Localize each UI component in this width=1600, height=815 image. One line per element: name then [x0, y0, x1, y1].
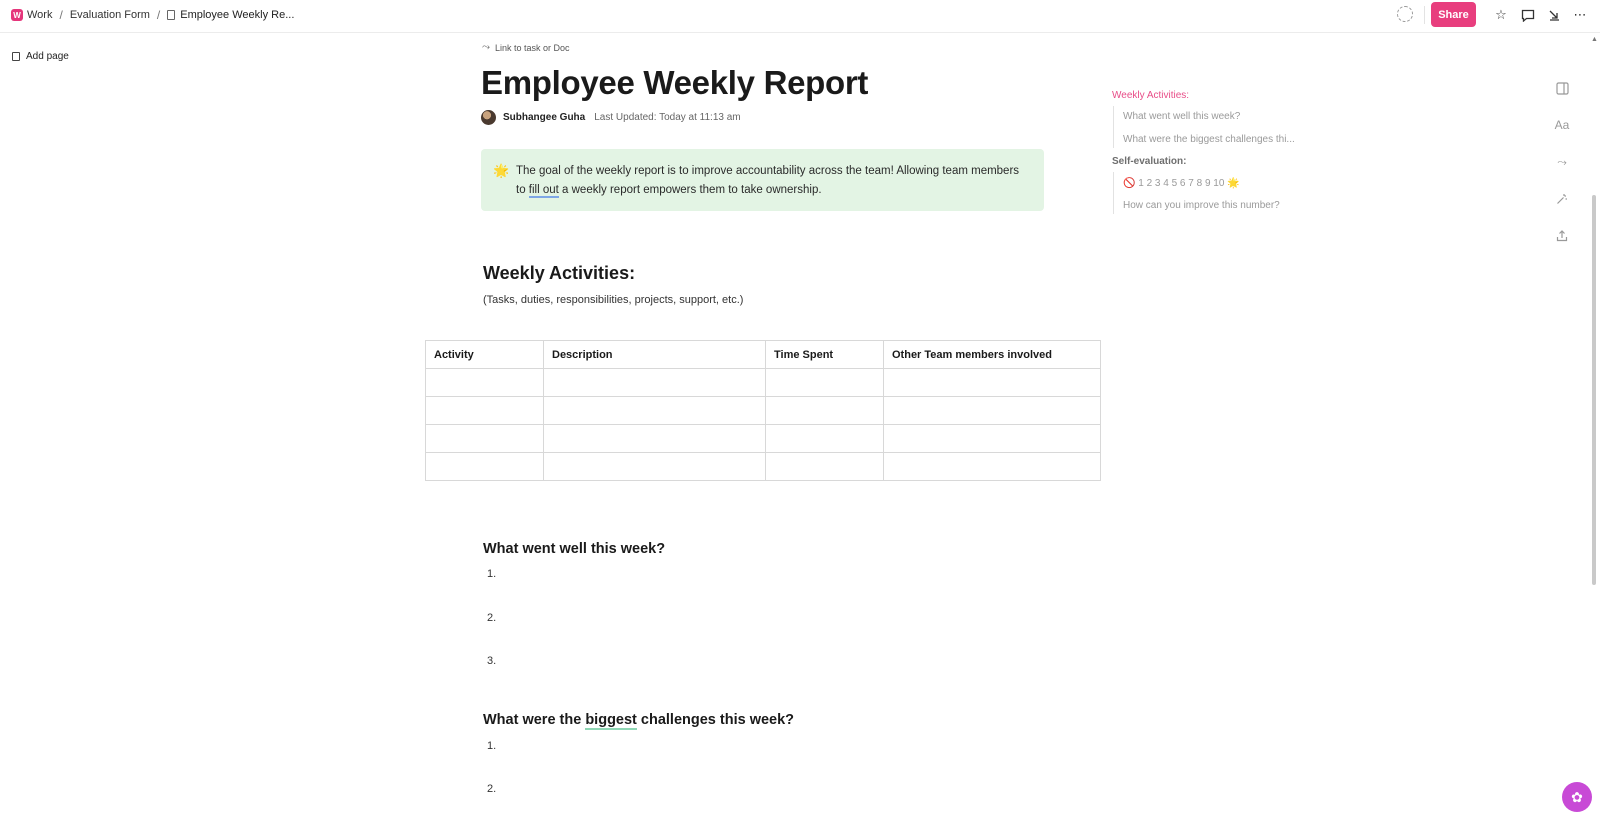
- toc-item-improve[interactable]: How can you improve this number?: [1123, 200, 1280, 211]
- table-header-cell[interactable]: Time Spent: [765, 340, 884, 369]
- toc-item-self-evaluation[interactable]: Self-evaluation:: [1112, 156, 1186, 167]
- breadcrumb: W Work / Evaluation Form / Employee Week…: [11, 0, 294, 30]
- magic-wand-icon[interactable]: [1554, 191, 1570, 207]
- toc-indent-line: [1113, 172, 1114, 214]
- toc-item-challenges[interactable]: What were the biggest challenges thi...: [1123, 134, 1295, 145]
- breadcrumb-separator: /: [59, 8, 63, 22]
- workspace-badge-icon: W: [11, 9, 23, 21]
- sidebar-toggle-icon[interactable]: [1554, 80, 1570, 96]
- table-row: [425, 396, 1101, 425]
- table-cell[interactable]: [543, 452, 766, 481]
- table-header-cell[interactable]: Description: [543, 340, 766, 369]
- toc-item-weekly-activities[interactable]: Weekly Activities:: [1112, 90, 1189, 101]
- table-cell[interactable]: [765, 452, 884, 481]
- table-row: [425, 452, 1101, 481]
- star-icon: 🌟: [1227, 178, 1240, 189]
- export-icon[interactable]: [1554, 228, 1570, 244]
- breadcrumb-folder[interactable]: Evaluation Form: [70, 9, 150, 21]
- ai-icon[interactable]: [1397, 6, 1413, 22]
- comment-icon[interactable]: [1519, 6, 1537, 24]
- table-cell[interactable]: [883, 396, 1101, 425]
- toc-scale-text: 1 2 3 4 5 6 7 8 9 10: [1138, 178, 1225, 189]
- page-title[interactable]: Employee Weekly Report: [481, 64, 868, 102]
- table-cell[interactable]: [765, 368, 884, 397]
- toolbar-divider: [1424, 6, 1425, 24]
- more-icon[interactable]: ⋯: [1571, 6, 1589, 24]
- doc-meta: Subhangee Guha Last Updated: Today at 11…: [481, 110, 741, 125]
- scroll-up-icon[interactable]: ▲: [1591, 36, 1598, 43]
- gear-icon: ✿: [1571, 788, 1583, 805]
- table-row: [425, 424, 1101, 453]
- breadcrumb-separator: /: [156, 8, 161, 22]
- table-row: [425, 368, 1101, 397]
- link-task-button[interactable]: ⤳ Link to task or Doc: [482, 42, 570, 53]
- list-item[interactable]: 2.: [487, 783, 496, 795]
- table-cell[interactable]: [543, 368, 766, 397]
- collapse-icon[interactable]: [1545, 6, 1563, 24]
- callout-text[interactable]: The goal of the weekly report is to impr…: [516, 162, 1026, 200]
- heading-text-part: challenges this week?: [636, 712, 795, 728]
- table-cell[interactable]: [883, 424, 1101, 453]
- heading-text-part: What were the: [483, 712, 586, 728]
- add-page-button[interactable]: Add page: [12, 51, 69, 62]
- table-cell[interactable]: [765, 396, 884, 425]
- table-cell[interactable]: [425, 396, 544, 425]
- link-icon[interactable]: ⤳: [1554, 154, 1570, 170]
- table-cell[interactable]: [425, 452, 544, 481]
- table-cell[interactable]: [883, 368, 1101, 397]
- star-emoji-icon[interactable]: 🌟: [493, 163, 509, 179]
- top-bar: W Work / Evaluation Form / Employee Week…: [0, 0, 1600, 33]
- list-item[interactable]: 2.: [487, 612, 496, 624]
- table-header-row: Activity Description Time Spent Other Te…: [425, 340, 1101, 369]
- avatar[interactable]: [481, 110, 496, 125]
- table-cell[interactable]: [543, 424, 766, 453]
- table-cell[interactable]: [883, 452, 1101, 481]
- share-button[interactable]: Share: [1431, 2, 1476, 27]
- link-task-label: Link to task or Doc: [495, 42, 570, 53]
- last-updated: Last Updated: Today at 11:13 am: [594, 112, 741, 123]
- prohibited-icon: 🚫: [1123, 178, 1136, 189]
- table-header-cell[interactable]: Other Team members involved: [883, 340, 1101, 369]
- list-item[interactable]: 3.: [487, 655, 496, 667]
- text-format-icon[interactable]: Aa: [1554, 117, 1570, 133]
- callout-text-part: a weekly report empowers them to take ow…: [558, 184, 822, 196]
- author-name[interactable]: Subhangee Guha: [503, 112, 585, 123]
- breadcrumb-workspace[interactable]: Work: [27, 9, 52, 21]
- doc-icon: [167, 10, 176, 20]
- star-icon[interactable]: ☆: [1492, 6, 1510, 24]
- heading-underlined-word: biggest: [585, 712, 637, 730]
- scrollbar[interactable]: [1592, 195, 1596, 585]
- toc-item-scale[interactable]: 🚫 1 2 3 4 5 6 7 8 9 10 🌟: [1123, 178, 1240, 189]
- callout-underlined-text: fill out: [528, 184, 559, 198]
- table-cell[interactable]: [543, 396, 766, 425]
- table-cell[interactable]: [765, 424, 884, 453]
- table-header-cell[interactable]: Activity: [425, 340, 544, 369]
- toc-item-went-well[interactable]: What went well this week?: [1123, 111, 1240, 122]
- section-heading-weekly-activities[interactable]: Weekly Activities:: [483, 263, 635, 284]
- activities-table: Activity Description Time Spent Other Te…: [425, 340, 1101, 481]
- section-subtitle[interactable]: (Tasks, duties, responsibilities, projec…: [483, 294, 743, 306]
- list-item[interactable]: 1.: [487, 740, 496, 752]
- toc-indent-line: [1113, 106, 1114, 148]
- add-page-icon: [12, 52, 20, 61]
- section-heading-went-well[interactable]: What went well this week?: [483, 541, 665, 557]
- section-heading-challenges[interactable]: What were the biggest challenges this we…: [483, 712, 795, 730]
- settings-fab-button[interactable]: ✿: [1562, 782, 1592, 812]
- link-icon: ⤳: [482, 42, 490, 53]
- add-page-label: Add page: [26, 51, 69, 62]
- table-cell[interactable]: [425, 368, 544, 397]
- callout-block[interactable]: 🌟 The goal of the weekly report is to im…: [481, 149, 1044, 211]
- list-item[interactable]: 1.: [487, 568, 496, 580]
- table-cell[interactable]: [425, 424, 544, 453]
- breadcrumb-current[interactable]: Employee Weekly Re...: [180, 9, 294, 21]
